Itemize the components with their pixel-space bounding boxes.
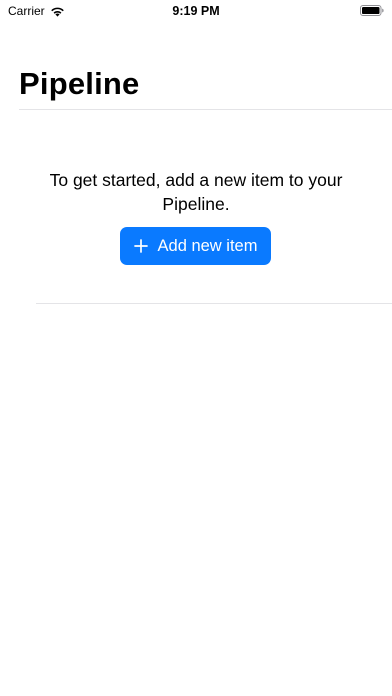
add-new-item-label: Add new item [157, 236, 258, 255]
header-divider [19, 109, 392, 110]
status-bar: Carrier 9:19 PM [0, 0, 392, 22]
plus-icon [133, 239, 148, 253]
add-new-item-button[interactable]: Add new item [120, 227, 271, 265]
section-divider [36, 303, 392, 304]
page-title: Pipeline [19, 66, 140, 101]
empty-state-message: To get started, add a new item to your P… [49, 170, 343, 214]
status-time: 9:19 PM [172, 4, 220, 18]
battery-icon [360, 5, 384, 16]
